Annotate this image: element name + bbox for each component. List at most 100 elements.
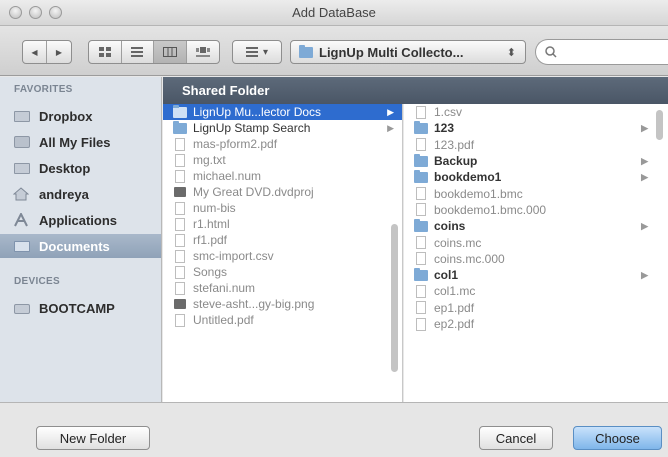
document-icon — [175, 137, 185, 151]
arrange-button[interactable]: ▾ — [232, 40, 282, 64]
document-icon — [416, 203, 426, 217]
file-name: r1.html — [193, 217, 230, 231]
list-item[interactable]: mas-pform2.pdf — [163, 136, 402, 152]
file-name: col1.mc — [434, 284, 476, 299]
sidebar-item-dropbox[interactable]: Dropbox — [0, 104, 161, 128]
browser-column-1[interactable]: LignUp Mu...lector Docs ▶ LignUp Stamp Se… — [163, 104, 403, 402]
sidebar-item-label: Applications — [39, 212, 118, 228]
back-button[interactable]: ◀ — [23, 41, 47, 63]
sidebar-item-desktop[interactable]: Desktop — [0, 156, 161, 180]
column-2-scrollbar[interactable] — [656, 110, 663, 140]
list-item[interactable]: steve-asht...gy-big.png — [163, 296, 402, 312]
sidebar-item-applications[interactable]: Applications — [0, 208, 161, 232]
list-item[interactable]: mg.txt — [163, 152, 402, 168]
list-item[interactable]: My Great DVD.dvdproj — [163, 184, 402, 200]
document-icon — [416, 236, 426, 250]
search-input[interactable] — [562, 45, 662, 59]
list-item[interactable]: Backup ▶ — [404, 153, 668, 169]
folder-icon — [13, 109, 31, 123]
disclosure-arrow-icon: ▶ — [641, 171, 648, 182]
column-view-button[interactable] — [154, 41, 187, 63]
list-item[interactable]: num-bis — [163, 200, 402, 216]
list-item[interactable]: ep2.pdf — [404, 316, 668, 332]
list-item[interactable]: smc-import.csv — [163, 248, 402, 264]
cover-flow-button[interactable] — [187, 41, 219, 63]
list-item[interactable]: Untitled.pdf — [163, 312, 402, 328]
cancel-button[interactable]: Cancel — [479, 426, 553, 450]
list-item[interactable]: r1.html — [163, 216, 402, 232]
sidebar-item-all-my-files[interactable]: All My Files — [0, 130, 161, 154]
home-icon — [12, 187, 31, 201]
search-field[interactable] — [535, 39, 668, 65]
list-item[interactable]: bookdemo1.bmc — [404, 185, 668, 201]
sidebar-item-bootcamp[interactable]: BOOTCAMP — [0, 296, 161, 320]
icon-view-icon — [98, 47, 111, 57]
sidebar-item-label: Desktop — [39, 160, 91, 176]
list-item[interactable]: col1 ▶ — [404, 267, 668, 283]
browser-column-2[interactable]: 1.csv 123 ▶ 123.pdf Backup ▶ bookdemo1 ▶ bo… — [404, 104, 668, 402]
list-item[interactable]: LignUp Stamp Search ▶ — [163, 120, 402, 136]
document-icon — [416, 301, 426, 315]
list-item[interactable]: rf1.pdf — [163, 232, 402, 248]
file-name: steve-asht...gy-big.png — [193, 297, 315, 311]
browser-header: Shared Folder — [163, 77, 668, 104]
new-folder-button[interactable]: New Folder — [36, 426, 150, 450]
file-name: Backup — [434, 154, 478, 169]
document-icon — [175, 233, 185, 247]
image-file-icon — [174, 299, 186, 309]
list-item[interactable]: 123 ▶ — [404, 120, 668, 136]
list-item[interactable]: 123.pdf — [404, 137, 668, 153]
folder-icon — [414, 267, 428, 281]
list-item[interactable]: coins.mc.000 — [404, 251, 668, 267]
choose-button[interactable]: Choose — [573, 426, 662, 450]
icon-view-button[interactable] — [89, 41, 122, 63]
list-item[interactable]: michael.num — [163, 168, 402, 184]
list-item[interactable]: ep1.pdf — [404, 300, 668, 316]
file-name: 1.csv — [434, 105, 463, 120]
document-icon — [175, 217, 185, 231]
column-1-scrollbar[interactable] — [391, 224, 398, 372]
stepper-icon: ⬍ — [506, 46, 516, 59]
file-name: My Great DVD.dvdproj — [193, 185, 314, 199]
file-name: bookdemo1 — [434, 170, 502, 185]
document-icon — [175, 201, 185, 215]
list-item[interactable]: col1.mc — [404, 283, 668, 299]
list-item[interactable]: LignUp Mu...lector Docs ▶ — [163, 104, 402, 120]
chevron-down-icon: ▾ — [262, 46, 269, 58]
path-popup[interactable]: LignUp Multi Collecto... ⬍ — [290, 40, 526, 64]
file-name: Untitled.pdf — [193, 313, 254, 327]
folder-icon — [414, 153, 428, 167]
document-icon — [175, 265, 185, 279]
sidebar-item-label: andreya — [39, 186, 89, 202]
cover-flow-icon — [195, 47, 210, 57]
file-name: num-bis — [193, 201, 236, 215]
file-name: 123.pdf — [434, 137, 475, 152]
list-view-button[interactable] — [122, 41, 154, 63]
forward-button[interactable]: ▶ — [47, 41, 71, 63]
list-item[interactable]: coins.mc — [404, 234, 668, 250]
file-name: bookdemo1.bmc.000 — [434, 202, 547, 217]
document-icon — [416, 138, 426, 152]
back-arrow-icon: ◀ — [31, 47, 38, 57]
list-item[interactable]: bookdemo1 ▶ — [404, 169, 668, 185]
document-icon — [175, 281, 185, 295]
file-name: michael.num — [193, 169, 262, 183]
sidebar-item-andreya[interactable]: andreya — [0, 182, 161, 206]
nav-back-forward-control: ◀ ▶ — [22, 40, 72, 64]
folder-icon — [173, 104, 187, 118]
list-item[interactable]: Songs — [163, 264, 402, 280]
list-item[interactable]: bookdemo1.bmc.000 — [404, 202, 668, 218]
window-title: Add DataBase — [292, 5, 376, 20]
document-icon — [416, 105, 426, 119]
list-item[interactable]: coins ▶ — [404, 218, 668, 234]
disclosure-arrow-icon: ▶ — [641, 155, 648, 166]
file-name: coins — [434, 219, 466, 234]
sidebar-item-documents[interactable]: Documents — [0, 234, 161, 258]
document-icon — [175, 249, 185, 263]
favorites-header: FAVORITES — [14, 84, 73, 95]
list-item[interactable]: stefani.num — [163, 280, 402, 296]
list-item[interactable]: 1.csv — [404, 104, 668, 120]
desktop-icon — [13, 161, 31, 175]
title-bar: Add DataBase — [0, 0, 668, 26]
documents-icon — [13, 239, 31, 253]
